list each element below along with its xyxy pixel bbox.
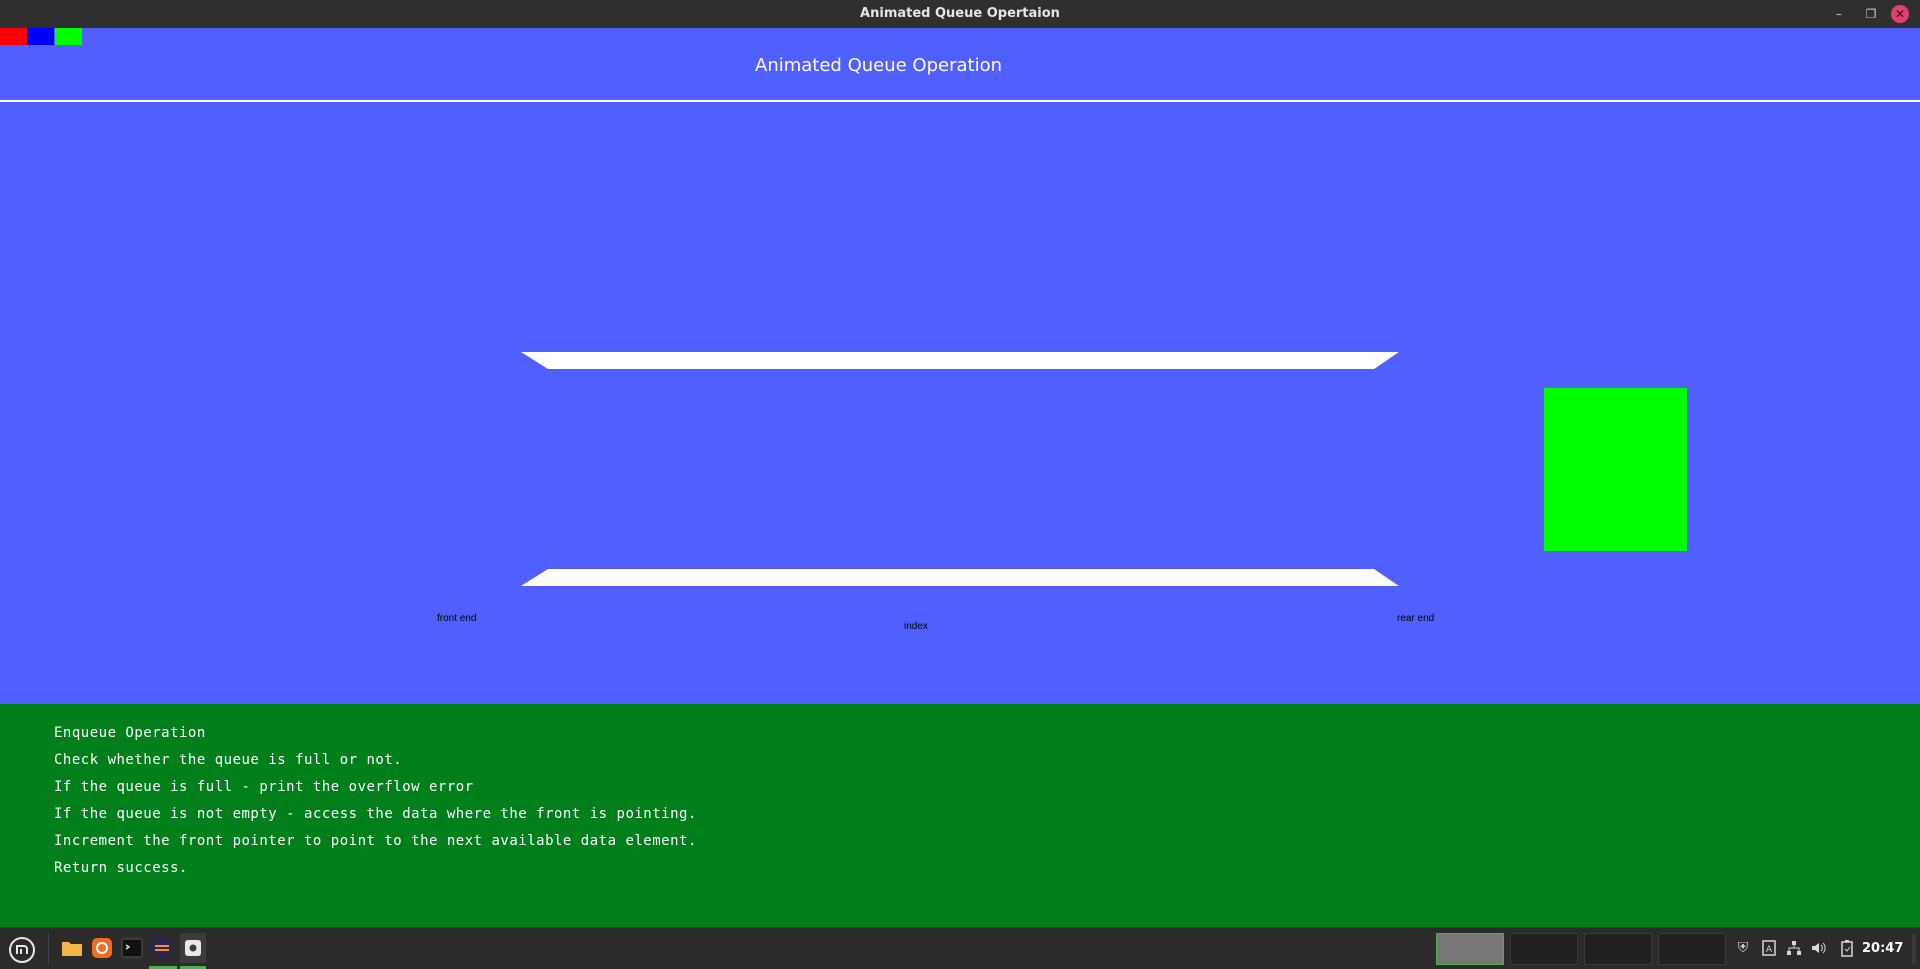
settings-icon[interactable] [180, 933, 206, 963]
queue-canvas: Animated Queue Operation front end index… [0, 28, 1920, 704]
index-label: index [904, 621, 928, 632]
clock[interactable]: 20:47 [1862, 928, 1903, 969]
instruction-line: Return success. [54, 860, 188, 876]
instruction-line: Increment the front pointer to point to … [54, 833, 697, 849]
shield-icon[interactable]: ⛨ [1734, 939, 1752, 957]
minimize-icon[interactable]: – [1830, 5, 1848, 23]
instruction-line: If the queue is not empty - access the d… [54, 806, 697, 822]
taskbar: ⛨ A 20:47 [0, 927, 1920, 969]
front-end-label: front end [437, 613, 477, 624]
files-icon[interactable] [60, 936, 84, 960]
network-icon[interactable] [1785, 939, 1803, 957]
battery-icon[interactable] [1838, 939, 1856, 957]
instruction-line: If the queue is full - print the overflo… [54, 779, 474, 795]
queue-top-rail [521, 352, 1399, 369]
eclipse-icon[interactable] [150, 936, 174, 960]
taskbar-separator [48, 934, 49, 964]
show-desktop-button[interactable] [1912, 934, 1916, 964]
window-titlebar: Animated Queue Opertaion – ❐ ✕ [0, 0, 1920, 28]
svg-text:A: A [1766, 945, 1773, 955]
incoming-block [1544, 388, 1687, 551]
mint-menu-icon[interactable] [8, 936, 36, 964]
instructions-panel: Enqueue Operation Check whether the queu… [0, 704, 1920, 927]
instruction-line: Check whether the queue is full or not. [54, 752, 403, 768]
close-icon[interactable]: ✕ [1891, 5, 1909, 23]
workspace-4[interactable] [1658, 933, 1726, 965]
keyboard-icon[interactable]: A [1760, 939, 1778, 957]
window-title: Animated Queue Opertaion [860, 6, 1060, 21]
terminal-icon[interactable] [120, 936, 144, 960]
workspace-2[interactable] [1510, 933, 1578, 965]
firefox-icon[interactable] [90, 936, 114, 960]
workspace-3[interactable] [1584, 933, 1652, 965]
queue-diagram [521, 352, 1687, 586]
rear-end-label: rear end [1397, 613, 1435, 624]
volume-icon[interactable] [1810, 939, 1828, 957]
workspace-1[interactable] [1436, 933, 1504, 965]
instruction-line: Enqueue Operation [54, 725, 206, 741]
queue-bottom-rail [521, 569, 1399, 586]
maximize-icon[interactable]: ❐ [1862, 5, 1880, 23]
